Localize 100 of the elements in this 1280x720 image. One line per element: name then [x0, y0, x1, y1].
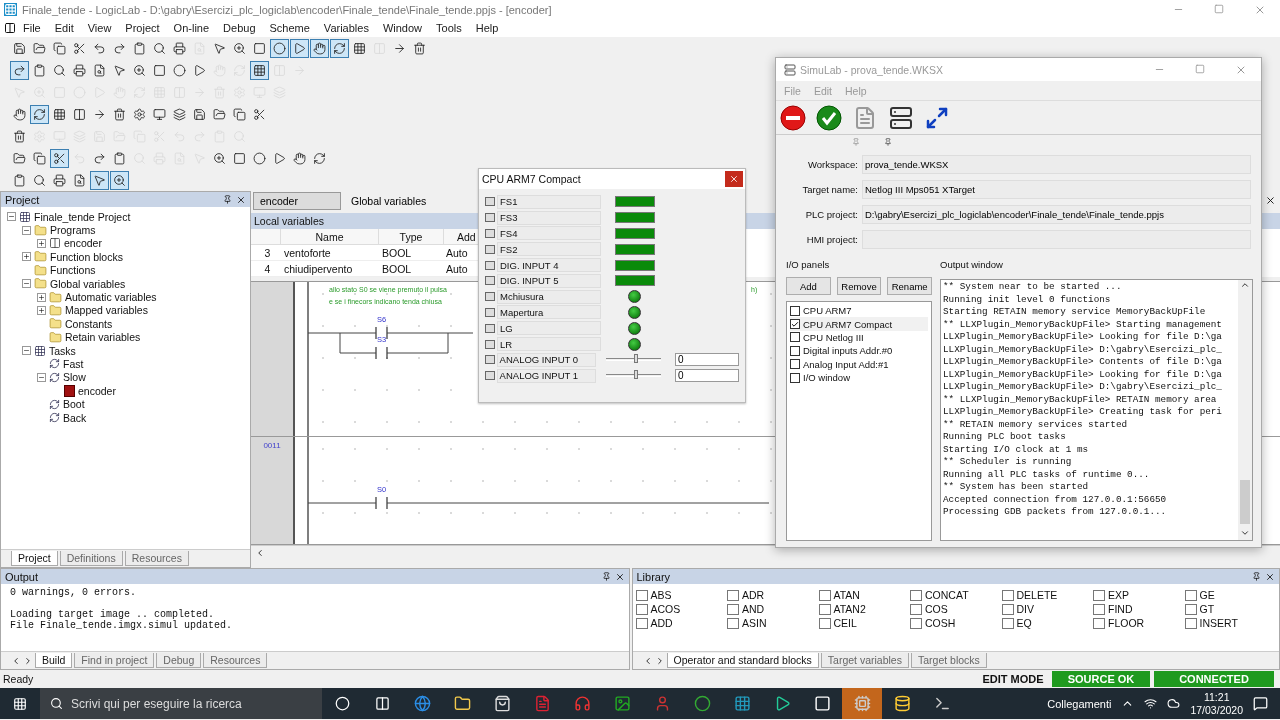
panel-title: Library — [636, 570, 671, 583]
signal-name: DIG. INPUT 5 — [497, 273, 601, 288]
menu-item[interactable]: Scheme — [262, 22, 317, 34]
panel-tab[interactable]: Resources — [124, 551, 189, 566]
text-field[interactable]: D:\gabry\Esercizi_plc_logiclab\encoder\Finale_tende\Finale_tende.ppjs — [862, 205, 1251, 224]
toolbar-label[interactable]: Collegamenti — [1047, 697, 1112, 710]
signal-name: FS1 — [497, 194, 601, 209]
panel-tab[interactable]: Definitions — [59, 551, 123, 566]
table-cell: BOOL — [379, 245, 444, 261]
text-field[interactable]: prova_tende.WKSX — [862, 155, 1251, 174]
tree-item[interactable]: Constants — [65, 317, 113, 330]
search-field[interactable]: Scrivi qui per eseguire la ricerca — [69, 695, 309, 712]
library-item[interactable]: ADD — [635, 616, 727, 630]
library-item[interactable]: EQ — [1001, 616, 1093, 630]
status-indicator: SOURCE OK — [1052, 671, 1150, 687]
value-field[interactable]: 0 — [675, 353, 739, 367]
library-item[interactable]: CEIL — [818, 616, 910, 630]
tree-item[interactable]: Boot — [63, 398, 85, 411]
tree-item[interactable]: Function blocks — [50, 250, 123, 263]
library-item[interactable]: ASIN — [727, 616, 819, 630]
tree-item[interactable]: Mapped variables — [65, 304, 148, 317]
library-item[interactable]: DIV — [1001, 602, 1093, 616]
library-item[interactable]: ABS — [635, 588, 727, 602]
section-label: Output window — [940, 259, 1004, 272]
rung-number: 0011 — [263, 441, 281, 452]
column-header: Type — [379, 229, 444, 245]
panel-title: Output — [5, 570, 39, 583]
signal-name: Mapertura — [497, 305, 601, 320]
menu-item[interactable]: View — [80, 22, 119, 34]
list-item[interactable]: Analog Input Add:#1 — [803, 358, 889, 370]
panel-tab[interactable]: Build — [35, 653, 73, 668]
tree-item[interactable]: Fast — [63, 358, 84, 370]
panel-button[interactable]: Add — [786, 277, 831, 295]
tree-item[interactable]: Retain variables — [65, 331, 141, 344]
library-item[interactable]: INSERT — [1184, 616, 1276, 630]
library-item[interactable]: GE — [1184, 588, 1276, 602]
library-item[interactable]: AND — [727, 602, 819, 616]
list-item[interactable]: Digital inputs Addr.#0 — [803, 345, 893, 357]
library-item[interactable]: CONCAT — [910, 588, 1002, 602]
panel-tab[interactable]: Project — [11, 551, 58, 566]
editor-tab[interactable]: encoder — [253, 191, 341, 210]
menu-item[interactable]: File — [16, 22, 48, 34]
signal-name: FS3 — [497, 210, 601, 225]
list-item[interactable]: CPU ARM7 — [803, 305, 852, 317]
library-item[interactable]: DELETE — [1001, 588, 1093, 602]
panel-tab[interactable]: Find in project — [74, 653, 155, 668]
menu-item[interactable]: Help — [468, 22, 506, 34]
tree-item[interactable]: Back — [63, 411, 87, 424]
panel-button[interactable]: Remove — [836, 277, 882, 295]
library-item[interactable]: ACOS — [635, 602, 727, 616]
library-item[interactable]: EXP — [1093, 588, 1185, 602]
status-text: Ready — [2, 673, 35, 685]
table-cell: ventoforte — [281, 245, 379, 261]
build-message: Loading target image .. completed. File Finale_tende.imgx.simul updated. — [10, 609, 234, 631]
menu-item[interactable]: Tools — [429, 22, 469, 34]
library-item[interactable]: ATAN — [818, 588, 910, 602]
panel-tab[interactable]: Operator and standard blocks — [666, 653, 819, 668]
panel-tab[interactable]: Resources — [203, 653, 268, 668]
tree-item[interactable]: Automatic variables — [65, 291, 157, 304]
library-item[interactable]: FLOOR — [1093, 616, 1185, 630]
tree-item[interactable]: Programs — [50, 224, 96, 237]
section-label: I/O panels — [786, 259, 831, 272]
tree-item[interactable]: Functions — [50, 264, 96, 277]
panel-tab[interactable]: Target variables — [820, 653, 909, 668]
log-output: ** System near to be started ... Running init level 0 functions Starting RETAIN memory service MemoryBackUpFile ** LLXPlugin_MemoryBackUpFile> Starting management LLXPlugin_MemoryBackUpFile> Looking for file D:\ga LLXPlugin_MemoryBackUpFile> D:\gabry\Esercizi_plc_ LLXPlugin_MemoryBackUpFile> Contents of file D:\ga LLXPlugin_MemoryBackUpFile> Looking for file D:\ga LLXPlugin_MemoryBackUpFile> D:\gabry\Esercizi_plc_ ** LLXPlugin_MemoryBackUpFile> RETAIN memory area LLXPlugin_MemoryBackUpFile> Creating task for peri ** RETAIN memory services started Running PLC boot tasks Starting I/O clock at 1 ms ** Scheduler is running Running all PLC tasks of runtime 0... ** System has been started Accepted connection from 127.0.0.1:56650 Processing GDB packets from 127.0.0.1... — [942, 280, 1223, 519]
tree-item[interactable]: Tasks — [49, 344, 76, 357]
library-item[interactable]: FIND — [1093, 602, 1185, 616]
list-item[interactable]: I/O window — [803, 372, 850, 384]
clock-time: 11:21 — [1203, 690, 1230, 704]
signal-name: ANALOG INPUT 1 — [496, 368, 596, 383]
panel-button[interactable]: Rename — [887, 277, 932, 295]
menu-item[interactable]: Project — [118, 22, 167, 34]
status-indicator: CONNECTED — [1154, 671, 1274, 687]
tree-item[interactable]: encoder — [64, 237, 102, 250]
menu-item[interactable]: Edit — [47, 22, 81, 34]
tree-item[interactable]: Finale_tende Project — [34, 210, 131, 223]
library-item[interactable]: ADR — [727, 588, 819, 602]
row-number: 4 — [251, 261, 281, 277]
panel-tab[interactable]: Target blocks — [910, 653, 987, 668]
menu-item[interactable]: Variables — [316, 22, 376, 34]
list-item[interactable]: CPU Netlog III — [803, 331, 864, 343]
signal-name: FS2 — [497, 242, 601, 257]
library-item[interactable]: COS — [910, 602, 1002, 616]
text-field[interactable]: Netlog III Mps051 XTarget — [862, 180, 1251, 199]
menu-item[interactable]: Window — [375, 22, 430, 34]
value-field[interactable]: 0 — [675, 369, 739, 383]
panel-tab[interactable]: Debug — [156, 653, 202, 668]
signal-name: DIG. INPUT 4 — [497, 258, 601, 273]
tree-item[interactable]: encoder — [78, 384, 116, 397]
status-indicator: EDIT MODE — [981, 672, 1045, 687]
menu-item[interactable]: Debug — [216, 22, 263, 34]
library-item[interactable]: COSH — [910, 616, 1002, 630]
tree-item[interactable]: Global variables — [50, 277, 126, 290]
library-item[interactable]: GT — [1184, 602, 1276, 616]
menu-item[interactable]: On-line — [166, 22, 217, 34]
search-box[interactable]: Scrivi qui per eseguire la ricerca — [40, 688, 322, 719]
library-item[interactable]: ATAN2 — [818, 602, 910, 616]
field-label: Target name: — [801, 184, 858, 195]
tree-item[interactable]: Slow — [63, 371, 86, 384]
editor-tab[interactable]: Global variables — [344, 191, 434, 210]
